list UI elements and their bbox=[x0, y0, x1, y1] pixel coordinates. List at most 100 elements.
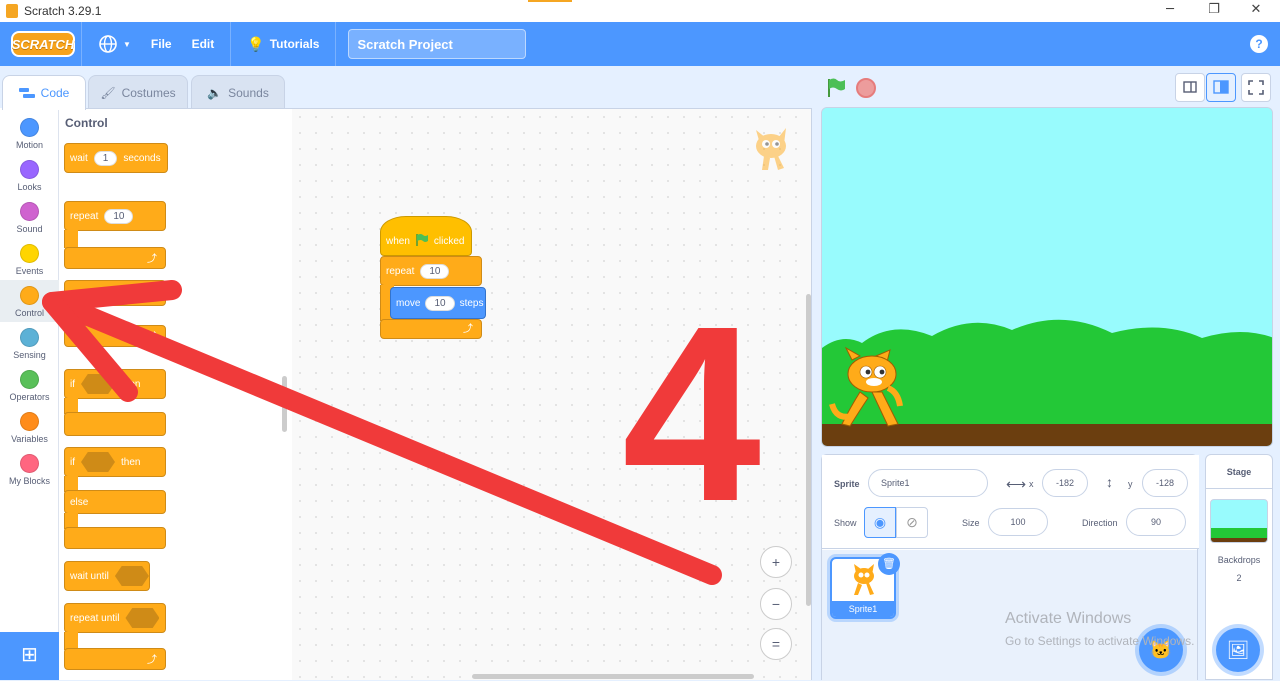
block-arm bbox=[64, 230, 78, 248]
forever-block[interactable] bbox=[64, 280, 166, 306]
script-area[interactable] bbox=[292, 108, 812, 680]
category-operators[interactable]: Operators bbox=[0, 364, 59, 406]
backdrops-label: Backdrops bbox=[1217, 555, 1261, 565]
file-menu[interactable]: File bbox=[141, 22, 182, 66]
delete-sprite-button[interactable]: 🗑 bbox=[878, 553, 900, 575]
title-accent bbox=[528, 0, 572, 2]
wait-input[interactable]: 1 bbox=[93, 150, 118, 166]
zoom-reset-button[interactable]: = bbox=[760, 628, 792, 660]
small-stage-button[interactable] bbox=[1175, 73, 1205, 102]
green-flag-button[interactable] bbox=[826, 78, 846, 98]
category-my-blocks[interactable]: My Blocks bbox=[0, 448, 59, 490]
trash-icon: 🗑 bbox=[882, 558, 896, 570]
condition-slot[interactable] bbox=[114, 566, 149, 586]
show-hidden-button[interactable]: ⊘ bbox=[896, 507, 928, 538]
when-flag-clicked-block[interactable]: when clicked bbox=[380, 216, 472, 256]
direction-input[interactable]: 90 bbox=[1126, 508, 1186, 536]
script-repeat-footer: ⤴ bbox=[380, 319, 482, 339]
tab-sounds[interactable]: 🔈 Sounds bbox=[191, 75, 285, 109]
block-text: repeat until bbox=[70, 612, 120, 624]
help-icon[interactable]: ? bbox=[1250, 35, 1268, 53]
add-backdrop-button[interactable]: 🖼 bbox=[1216, 628, 1260, 672]
backdrops-count: 2 bbox=[1236, 573, 1242, 583]
block-text: repeat bbox=[70, 210, 99, 222]
scratch-logo[interactable]: SCRATCH bbox=[11, 31, 75, 57]
motion-dot-icon bbox=[20, 118, 39, 137]
block-text: then bbox=[121, 456, 141, 468]
tutorials-menu[interactable]: 💡 Tutorials bbox=[237, 22, 329, 66]
category-sound[interactable]: Sound bbox=[0, 196, 59, 238]
menu-divider bbox=[230, 22, 232, 66]
category-label: Operators bbox=[9, 392, 50, 402]
window-titlebar: Scratch 3.29.1 ─ ❐ ✕ bbox=[0, 0, 1280, 22]
repeat-input[interactable]: 10 bbox=[104, 208, 134, 224]
stage-backdrop bbox=[822, 108, 1272, 446]
category-label: My Blocks bbox=[8, 476, 50, 486]
category-events[interactable]: Events bbox=[0, 238, 59, 280]
extension-icon: ⊞ bbox=[21, 644, 38, 666]
category-label: Events bbox=[15, 266, 44, 276]
maximize-button[interactable]: ❐ bbox=[1194, 0, 1234, 22]
block-text: then bbox=[121, 378, 141, 390]
language-menu[interactable]: ▼ bbox=[88, 22, 141, 66]
zoom-in-button[interactable]: + bbox=[760, 546, 792, 578]
move-steps-block[interactable]: move 10 steps bbox=[390, 287, 486, 319]
backdrop-thumbnail[interactable] bbox=[1210, 499, 1268, 543]
control-dot-icon bbox=[20, 286, 39, 305]
project-title-input[interactable]: Scratch Project bbox=[348, 29, 527, 59]
category-label: Sound bbox=[16, 224, 43, 234]
category-looks[interactable]: Looks bbox=[0, 154, 59, 196]
block-text: seconds bbox=[123, 152, 161, 164]
edit-menu[interactable]: Edit bbox=[182, 22, 225, 66]
wait-block[interactable]: wait 1 seconds bbox=[64, 143, 168, 173]
repeat-block-footer: ⤴ bbox=[64, 247, 166, 269]
menu-divider bbox=[81, 22, 82, 66]
stage-canvas[interactable] bbox=[821, 107, 1273, 447]
wait-until-block[interactable]: wait until bbox=[64, 561, 150, 591]
close-button[interactable]: ✕ bbox=[1236, 0, 1276, 22]
palette-scrollbar[interactable] bbox=[282, 376, 287, 432]
if-then-block[interactable]: if then bbox=[64, 369, 166, 399]
sprite-name-input[interactable]: Sprite1 bbox=[868, 469, 988, 497]
tab-costumes[interactable]: 🖌 Costumes bbox=[88, 75, 188, 109]
show-visible-button[interactable]: ◉ bbox=[864, 507, 896, 538]
eye-slash-icon: ⊘ bbox=[906, 514, 918, 530]
add-extension-button[interactable]: ⊞ bbox=[0, 632, 59, 680]
brush-icon: 🖌 bbox=[100, 85, 116, 100]
block-text: move bbox=[396, 297, 421, 309]
move-steps-input[interactable]: 10 bbox=[425, 295, 455, 311]
script-vertical-scrollbar[interactable] bbox=[806, 294, 811, 606]
script-repeat-input[interactable]: 10 bbox=[420, 263, 450, 279]
condition-slot[interactable] bbox=[81, 374, 115, 394]
x-position-input[interactable]: -182 bbox=[1042, 469, 1088, 497]
size-label: Size bbox=[962, 518, 980, 528]
fullscreen-button[interactable] bbox=[1241, 73, 1271, 102]
category-control[interactable]: Control bbox=[0, 280, 59, 322]
if-block-footer bbox=[64, 412, 166, 436]
stop-button[interactable] bbox=[856, 78, 876, 98]
category-variables[interactable]: Variables bbox=[0, 406, 59, 448]
category-label: Looks bbox=[17, 182, 42, 192]
category-motion[interactable]: Motion bbox=[0, 112, 59, 154]
repeat-block[interactable]: repeat 10 bbox=[64, 201, 166, 231]
x-arrows-icon: ⟷ bbox=[1006, 476, 1027, 492]
zoom-out-button[interactable]: − bbox=[760, 588, 792, 620]
y-position-input[interactable]: -128 bbox=[1142, 469, 1188, 497]
size-input[interactable]: 100 bbox=[988, 508, 1048, 536]
block-text: if bbox=[70, 456, 75, 468]
operators-dot-icon bbox=[20, 370, 39, 389]
lightbulb-icon: 💡 bbox=[247, 35, 265, 52]
if-else-block[interactable]: if then bbox=[64, 447, 166, 477]
condition-slot[interactable] bbox=[125, 608, 160, 628]
block-arm bbox=[64, 305, 78, 327]
category-sensing[interactable]: Sensing bbox=[0, 322, 59, 364]
condition-slot[interactable] bbox=[81, 452, 115, 472]
repeat-until-block[interactable]: repeat until bbox=[64, 603, 166, 633]
large-stage-button[interactable] bbox=[1206, 73, 1236, 102]
tab-code[interactable]: Code bbox=[2, 75, 86, 110]
minimize-button[interactable]: ─ bbox=[1150, 0, 1190, 22]
x-label: x bbox=[1029, 479, 1034, 489]
script-horizontal-scrollbar[interactable] bbox=[472, 674, 754, 679]
script-repeat-block[interactable]: repeat 10 bbox=[380, 256, 482, 286]
large-stage-icon bbox=[1213, 80, 1229, 94]
